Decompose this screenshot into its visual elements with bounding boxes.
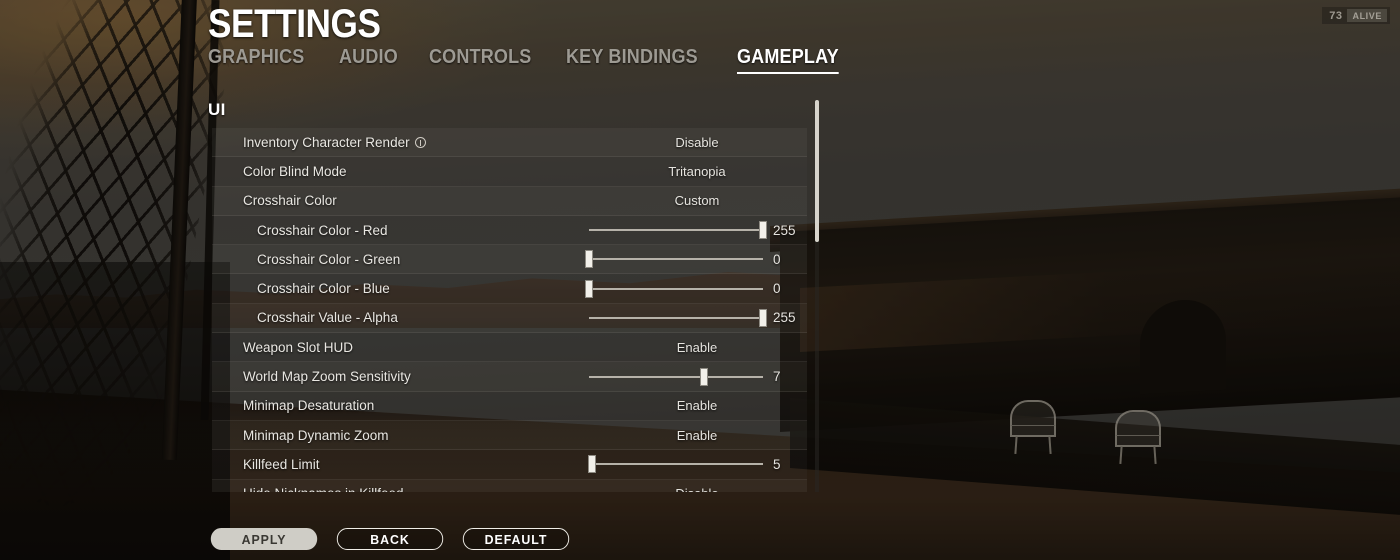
row-label-text: Crosshair Color - Green [257,251,401,267]
settings-tab-bar: GRAPHICS AUDIO CONTROLS KEY BINDINGS GAMEPLA… [208,46,850,74]
row-value-inventory-character-render[interactable]: Disable [592,135,802,150]
settings-row-minimap-desaturation[interactable]: Minimap Desaturation Enable [212,391,807,421]
settings-row-hide-nicknames-in-killfeed[interactable]: Hide Nicknames in Killfeed Disable [212,479,807,492]
page-title: SETTINGS [208,2,381,46]
settings-row-crosshair-value-alpha[interactable]: Crosshair Value - Alpha 255 [212,303,807,334]
row-label: Hide Nicknames in Killfeed [212,486,404,492]
row-label: Crosshair Value - Alpha [212,310,398,325]
slider-thumb[interactable] [759,308,767,327]
game-settings-screen: 73 ALIVE SETTINGS GRAPHICS AUDIO CONTROLS K… [0,0,1400,560]
alive-label: ALIVE [1347,9,1387,22]
row-value-minimap-dynamic-zoom[interactable]: Enable [592,428,802,443]
row-label-text: Killfeed Limit [243,456,320,472]
tab-key-bindings[interactable]: KEY BINDINGS [566,46,698,74]
row-label-text: Crosshair Value - Alpha [257,310,398,326]
settings-row-inventory-character-render[interactable]: Inventory Character Render Disable [212,128,807,158]
slider-value: 0 [773,251,781,267]
section-title: UI [208,100,226,119]
footer-button-bar: APPLY BACK DEFAULT [208,528,572,550]
row-label: Crosshair Color - Green [212,252,400,267]
settings-row-crosshair-color-green[interactable]: Crosshair Color - Green 0 [212,245,807,275]
settings-row-crosshair-color[interactable]: Crosshair Color Custom [212,186,807,216]
settings-list: Inventory Character Render Disable Color B… [212,128,807,492]
row-value-crosshair-color[interactable]: Custom [592,193,802,208]
alive-count: 73 [1329,10,1343,22]
row-label-text: Minimap Desaturation [243,398,375,414]
apply-button[interactable]: APPLY [210,528,318,550]
slider-track[interactable] [589,308,767,327]
settings-panel: SETTINGS GRAPHICS AUDIO CONTROLS KEY BINDIN… [0,0,860,560]
slider-value: 0 [773,281,781,297]
row-label-text: Crosshair Color - Blue [257,281,390,297]
settings-list-viewport: Inventory Character Render Disable Color B… [212,128,807,492]
row-label-text: Weapon Slot HUD [243,339,354,355]
back-button[interactable]: BACK [336,528,444,550]
slider-track[interactable] [585,250,763,269]
row-slider-killfeed-limit[interactable]: 5 [586,450,802,479]
row-label: World Map Zoom Sensitivity [212,369,411,384]
slider-track[interactable] [589,221,767,240]
settings-scrollbar-thumb[interactable] [815,100,819,242]
slider-track[interactable] [585,279,763,298]
settings-row-crosshair-color-blue[interactable]: Crosshair Color - Blue 0 [212,274,807,304]
tab-gameplay[interactable]: GAMEPLAY [736,46,839,74]
slider-thumb[interactable] [699,367,708,386]
slider-thumb[interactable] [759,221,767,240]
slider-thumb[interactable] [585,279,593,298]
row-label: Color Blind Mode [212,164,347,179]
row-label: Minimap Desaturation [212,398,374,413]
settings-row-minimap-dynamic-zoom[interactable]: Minimap Dynamic Zoom Enable [212,420,807,451]
slider-track[interactable] [589,367,763,386]
row-label-text: Inventory Character Render [243,134,410,150]
row-value-weapon-slot-hud[interactable]: Enable [592,340,802,355]
slider-track[interactable] [588,455,763,474]
row-label: Inventory Character Render [212,135,426,150]
slider-value: 7 [773,369,781,385]
row-label: Crosshair Color [212,193,337,208]
row-label: Weapon Slot HUD [212,340,353,355]
slider-value: 5 [773,456,781,472]
row-slider-crosshair-color-blue[interactable]: 0 [585,274,802,303]
row-slider-crosshair-color-green[interactable]: 0 [585,245,802,274]
row-label-text: Minimap Dynamic Zoom [243,427,389,443]
alive-counter-hud: 73 ALIVE [1322,7,1390,24]
slider-value: 255 [773,310,796,326]
settings-scrollbar[interactable] [815,100,819,492]
row-value-color-blind-mode[interactable]: Tritanopia [592,164,802,179]
slider-thumb[interactable] [585,250,593,269]
row-label-text: Crosshair Color [243,193,337,209]
row-label-text: World Map Zoom Sensitivity [243,369,411,385]
settings-row-weapon-slot-hud[interactable]: Weapon Slot HUD Enable [212,333,807,363]
row-slider-crosshair-color-red[interactable]: 255 [586,216,802,245]
row-label-text: Hide Nicknames in Killfeed [243,486,404,492]
row-value-minimap-desaturation[interactable]: Enable [592,398,802,413]
row-value-hide-nicknames-in-killfeed[interactable]: Disable [592,486,802,492]
settings-row-killfeed-limit[interactable]: Killfeed Limit 5 [212,450,807,480]
settings-row-crosshair-color-red[interactable]: Crosshair Color - Red 255 [212,215,807,246]
tab-controls[interactable]: CONTROLS [429,46,531,74]
row-label: Crosshair Color - Red [212,223,388,238]
row-slider-crosshair-value-alpha[interactable]: 255 [586,303,802,332]
tab-audio[interactable]: AUDIO [339,46,398,74]
slider-value: 255 [773,222,796,238]
row-label: Minimap Dynamic Zoom [212,428,389,443]
info-icon[interactable] [414,136,426,148]
row-label: Crosshair Color - Blue [212,281,390,296]
settings-row-world-map-zoom-sensitivity[interactable]: World Map Zoom Sensitivity 7 [212,362,807,392]
row-label-text: Color Blind Mode [243,163,347,179]
default-button[interactable]: DEFAULT [462,528,570,550]
tab-graphics[interactable]: GRAPHICS [208,46,304,74]
row-slider-world-map-zoom-sensitivity[interactable]: 7 [586,362,802,391]
row-label: Killfeed Limit [212,457,320,472]
slider-thumb[interactable] [588,455,597,474]
settings-row-color-blind-mode[interactable]: Color Blind Mode Tritanopia [212,157,807,187]
row-label-text: Crosshair Color - Red [257,222,388,238]
